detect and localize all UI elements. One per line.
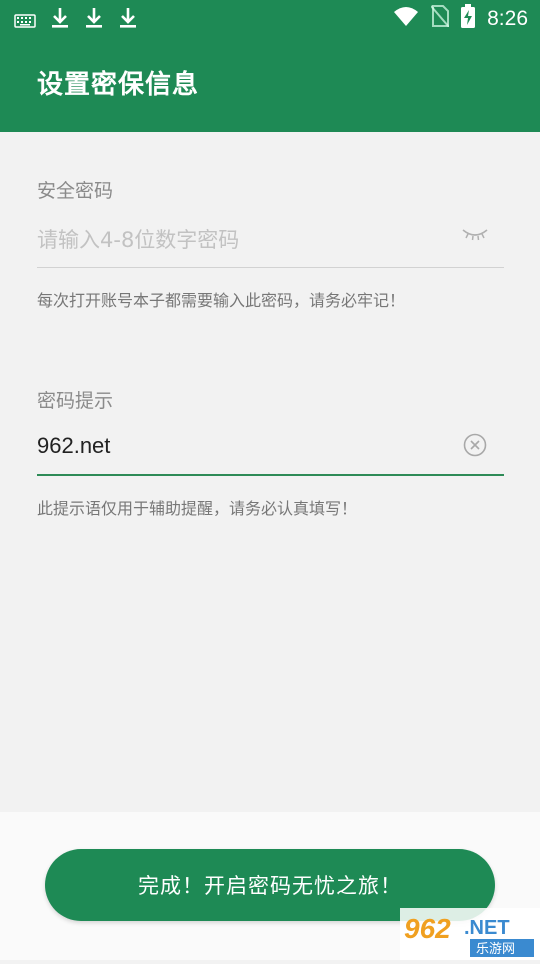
hint-label: 密码提示 xyxy=(37,390,114,412)
keyboard-icon xyxy=(14,9,36,33)
done-button-label: 完成！开启密码无忧之旅！ xyxy=(138,874,402,898)
page-title: 设置密保信息 xyxy=(37,70,200,100)
hint-hint: 此提示语仅用于辅助提醒，请务必认真填写！ xyxy=(37,499,358,518)
password-underline xyxy=(37,267,504,268)
password-input[interactable]: 请输入4-8位数字密码 xyxy=(37,224,239,254)
hint-input[interactable]: 962.net xyxy=(37,433,110,459)
eye-closed-icon[interactable] xyxy=(460,222,490,248)
download-icon xyxy=(118,6,138,35)
hint-underline xyxy=(37,474,504,476)
status-time: 8:26 xyxy=(487,6,528,30)
password-label: 安全密码 xyxy=(37,180,114,202)
svg-text:962: 962 xyxy=(404,913,451,944)
status-bar: 8:26 xyxy=(0,0,540,36)
watermark-logo: 962 .NET 乐游网 xyxy=(400,908,540,960)
download-icon xyxy=(84,6,104,35)
no-sim-icon xyxy=(430,5,450,32)
wifi-icon xyxy=(393,5,419,32)
clear-icon[interactable] xyxy=(461,431,489,459)
svg-text:乐游网: 乐游网 xyxy=(476,942,515,957)
battery-charging-icon xyxy=(461,4,476,33)
password-hint: 每次打开账号本子都需要输入此密码，请务必牢记！ xyxy=(37,291,406,310)
app-bar: 8:26 设置密保信息 xyxy=(0,0,540,132)
svg-text:.NET: .NET xyxy=(464,917,510,939)
download-icon xyxy=(50,6,70,35)
